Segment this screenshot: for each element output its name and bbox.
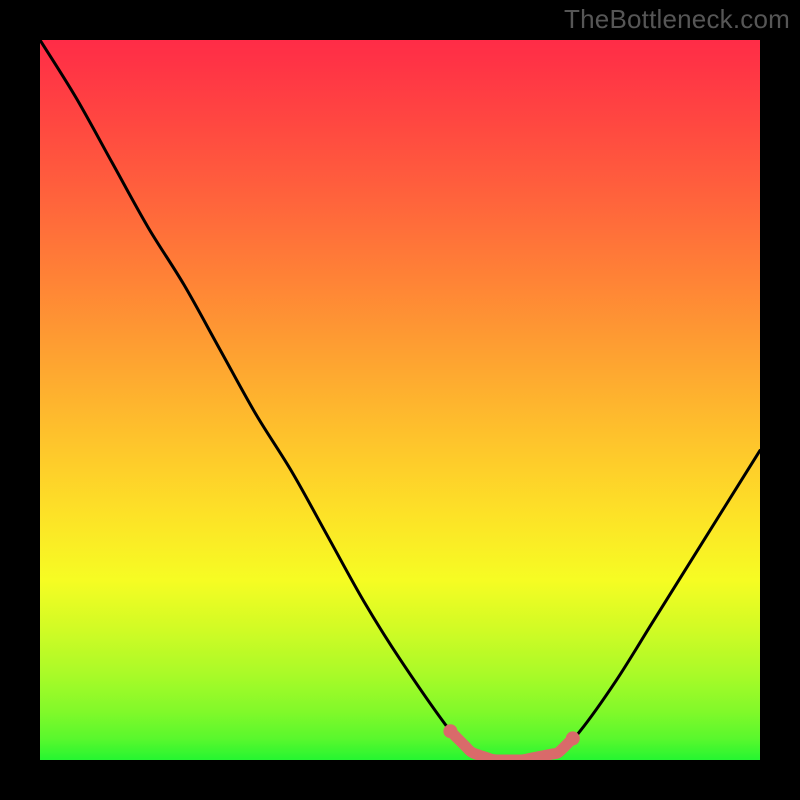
highlight-start-dot: [443, 724, 457, 738]
bottleneck-curve: [40, 40, 760, 760]
watermark-text: TheBottleneck.com: [564, 4, 790, 35]
curve-layer: [40, 40, 760, 760]
highlight-end-dot: [566, 731, 580, 745]
highlight-segment: [450, 731, 572, 760]
chart-frame: TheBottleneck.com: [0, 0, 800, 800]
plot-area: [40, 40, 760, 760]
